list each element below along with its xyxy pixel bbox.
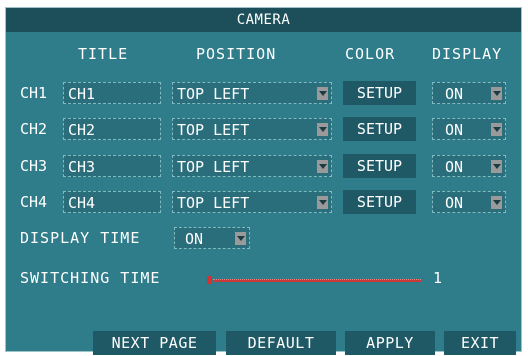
apply-button[interactable]: APPLY (345, 331, 435, 355)
chevron-down-icon (491, 160, 502, 173)
ch1-position-select[interactable]: TOP LEFT (172, 82, 332, 104)
ch2-position-value: TOP LEFT (177, 121, 250, 139)
slider-handle[interactable] (207, 276, 212, 284)
ch4-label: CH4 (20, 193, 48, 211)
ch1-label: CH1 (20, 84, 48, 102)
ch1-display-value: ON (445, 85, 464, 103)
default-button[interactable]: DEFAULT (226, 331, 336, 355)
switching-time-label: SWITCHING TIME (20, 269, 161, 287)
ch4-position-value: TOP LEFT (177, 194, 250, 212)
ch3-display-select[interactable]: ON (432, 155, 506, 177)
chevron-down-icon (317, 160, 328, 173)
exit-button[interactable]: EXIT (444, 331, 516, 355)
ch2-display-value: ON (445, 121, 464, 139)
ch2-position-select[interactable]: TOP LEFT (172, 118, 332, 140)
dialog-title: CAMERA (6, 8, 521, 32)
ch1-title-field[interactable]: CH1 (63, 82, 161, 104)
slider-track (213, 279, 421, 282)
next-page-button[interactable]: NEXT PAGE (93, 331, 216, 355)
display-time-value: ON (185, 230, 204, 248)
ch1-position-value: TOP LEFT (177, 85, 250, 103)
chevron-down-icon (235, 232, 246, 245)
ch2-label: CH2 (20, 120, 48, 138)
chevron-down-icon (317, 123, 328, 136)
switching-time-slider[interactable] (207, 276, 425, 284)
ch4-color-setup-button[interactable]: SETUP (343, 190, 416, 214)
ch2-color-setup-button[interactable]: SETUP (343, 117, 416, 141)
ch3-title-field[interactable]: CH3 (63, 155, 161, 177)
header-display: DISPLAY (432, 45, 503, 63)
ch2-display-select[interactable]: ON (432, 118, 506, 140)
header-color: COLOR (345, 45, 396, 63)
camera-settings-dialog: CAMERA TITLE POSITION COLOR DISPLAY CH1 … (5, 7, 522, 355)
switching-time-value: 1 (433, 269, 443, 287)
chevron-down-icon (491, 196, 502, 209)
chevron-down-icon (491, 123, 502, 136)
header-title: TITLE (78, 45, 129, 63)
display-time-select[interactable]: ON (174, 227, 250, 249)
ch3-position-value: TOP LEFT (177, 158, 250, 176)
ch4-display-value: ON (445, 194, 464, 212)
ch3-position-select[interactable]: TOP LEFT (172, 155, 332, 177)
chevron-down-icon (317, 196, 328, 209)
ch4-position-select[interactable]: TOP LEFT (172, 191, 332, 213)
chevron-down-icon (491, 87, 502, 100)
header-position: POSITION (196, 45, 277, 63)
ch1-display-select[interactable]: ON (432, 82, 506, 104)
ch2-title-field[interactable]: CH2 (63, 118, 161, 140)
ch1-color-setup-button[interactable]: SETUP (343, 81, 416, 105)
ch3-label: CH3 (20, 157, 48, 175)
chevron-down-icon (317, 87, 328, 100)
ch4-title-field[interactable]: CH4 (63, 191, 161, 213)
ch3-display-value: ON (445, 158, 464, 176)
ch4-display-select[interactable]: ON (432, 191, 506, 213)
ch3-color-setup-button[interactable]: SETUP (343, 154, 416, 178)
display-time-label: DISPLAY TIME (20, 229, 141, 247)
